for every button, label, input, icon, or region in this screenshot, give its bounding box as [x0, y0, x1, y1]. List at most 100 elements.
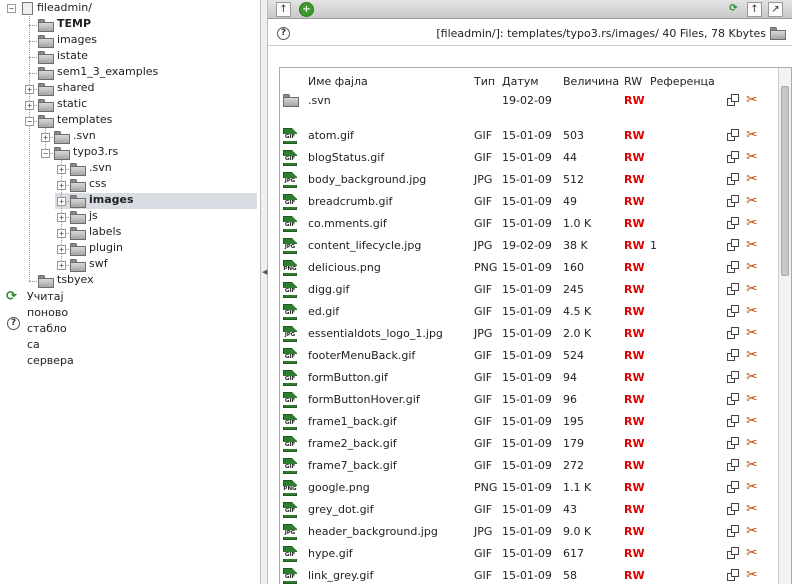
file-name[interactable]: header_background.jpg	[308, 524, 438, 540]
tree-item-label[interactable]: TEMP	[57, 17, 91, 30]
expand-toggle-icon[interactable]: +	[25, 101, 34, 110]
file-row[interactable]: GIF digg.gif GIF 15-01-09 245 RW ✂	[280, 279, 780, 301]
copy-icon[interactable]	[727, 503, 740, 516]
copy-icon[interactable]	[727, 195, 740, 208]
expand-toggle-icon[interactable]: +	[41, 133, 50, 142]
file-name[interactable]: frame2_back.gif	[308, 436, 397, 452]
scissors-icon[interactable]: ✂	[746, 457, 760, 473]
file-row[interactable]: JPG content_lifecycle.jpg JPG 19-02-09 38 K R…	[280, 235, 780, 257]
tree-item-label[interactable]: typo3.rs	[73, 145, 118, 158]
copy-icon[interactable]	[727, 129, 740, 142]
up-level-icon[interactable]: ↑	[747, 2, 762, 17]
vertical-scrollbar[interactable]	[778, 68, 791, 584]
folder-name[interactable]: .svn	[308, 93, 331, 109]
file-row[interactable]: GIF hype.gif GIF 15-01-09 617 RW ✂	[280, 543, 780, 565]
file-name[interactable]: google.png	[308, 480, 370, 496]
column-header-date[interactable]: Датум	[502, 75, 539, 88]
copy-icon[interactable]	[727, 525, 740, 538]
scissors-icon[interactable]: ✂	[746, 259, 760, 275]
collapse-arrow-icon[interactable]: ◀	[262, 268, 267, 276]
column-header-name[interactable]: Име фајла	[308, 75, 368, 88]
file-row[interactable]: JPG body_background.jpg JPG 15-01-09 512 RW ✂	[280, 169, 780, 191]
scissors-icon[interactable]: ✂	[746, 325, 760, 341]
file-row[interactable]: GIF grey_dot.gif GIF 15-01-09 43 RW ✂	[280, 499, 780, 521]
tree-item-label[interactable]: tsbyex	[57, 273, 94, 286]
file-name[interactable]: delicious.png	[308, 260, 381, 276]
folder-row[interactable]: .svn 19-02-09 RW ✂	[280, 90, 780, 112]
column-header-type[interactable]: Тип	[474, 75, 495, 88]
tree-item-label[interactable]: plugin	[89, 241, 123, 254]
copy-icon[interactable]	[727, 261, 740, 274]
file-name[interactable]: co.mments.gif	[308, 216, 387, 232]
file-name[interactable]: formButtonHover.gif	[308, 392, 420, 408]
file-row[interactable]: GIF atom.gif GIF 15-01-09 503 RW ✂	[280, 125, 780, 147]
file-row[interactable]: GIF link_grey.gif GIF 15-01-09 58 RW ✂	[280, 565, 780, 584]
copy-icon[interactable]	[727, 327, 740, 340]
copy-icon[interactable]	[727, 437, 740, 450]
file-name[interactable]: blogStatus.gif	[308, 150, 384, 166]
copy-icon[interactable]	[727, 151, 740, 164]
column-header-size[interactable]: Величина	[563, 75, 619, 88]
expand-toggle-icon[interactable]: +	[25, 85, 34, 94]
tree-root-label[interactable]: fileadmin/	[37, 1, 92, 14]
open-new-window-icon[interactable]: ↗	[768, 2, 783, 17]
file-name[interactable]: footerMenuBack.gif	[308, 348, 415, 364]
file-row[interactable]: GIF frame7_back.gif GIF 15-01-09 272 RW ✂	[280, 455, 780, 477]
expand-toggle-icon[interactable]: +	[57, 165, 66, 174]
file-name[interactable]: frame1_back.gif	[308, 414, 397, 430]
tree-item-label[interactable]: images	[89, 193, 134, 206]
file-row[interactable]: GIF co.mments.gif GIF 15-01-09 1.0 K RW ✂	[280, 213, 780, 235]
copy-icon[interactable]	[727, 94, 740, 107]
expand-toggle-icon[interactable]: +	[57, 213, 66, 222]
file-row[interactable]: PNG delicious.png PNG 15-01-09 160 RW ✂	[280, 257, 780, 279]
scissors-icon[interactable]: ✂	[746, 567, 760, 583]
file-row[interactable]: GIF frame1_back.gif GIF 15-01-09 195 RW ✂	[280, 411, 780, 433]
scissors-icon[interactable]: ✂	[746, 92, 760, 108]
scissors-icon[interactable]: ✂	[746, 435, 760, 451]
copy-icon[interactable]	[727, 173, 740, 186]
scissors-icon[interactable]: ✂	[746, 413, 760, 429]
copy-icon[interactable]	[727, 459, 740, 472]
copy-icon[interactable]	[727, 415, 740, 428]
copy-icon[interactable]	[727, 305, 740, 318]
column-header-references[interactable]: Референца	[650, 75, 715, 88]
file-name[interactable]: formButton.gif	[308, 370, 388, 386]
copy-icon[interactable]	[727, 349, 740, 362]
scissors-icon[interactable]: ✂	[746, 347, 760, 363]
tree-item-label[interactable]: istate	[57, 49, 88, 62]
file-name[interactable]: body_background.jpg	[308, 172, 426, 188]
scissors-icon[interactable]: ✂	[746, 303, 760, 319]
file-row[interactable]: GIF frame2_back.gif GIF 15-01-09 179 RW ✂	[280, 433, 780, 455]
file-row[interactable]: GIF formButton.gif GIF 15-01-09 94 RW ✂	[280, 367, 780, 389]
file-row[interactable]: PNG google.png PNG 15-01-09 1.1 K RW ✂	[280, 477, 780, 499]
file-name[interactable]: ed.gif	[308, 304, 339, 320]
new-folder-icon[interactable]: +	[299, 2, 314, 17]
scissors-icon[interactable]: ✂	[746, 391, 760, 407]
upload-icon[interactable]: ↑	[276, 2, 291, 17]
copy-icon[interactable]	[727, 569, 740, 582]
tree-item-label[interactable]: swf	[89, 257, 108, 270]
tree-item-label[interactable]: css	[89, 177, 107, 190]
reload-tree-label[interactable]: Учитај поново стабло са сервера	[27, 289, 74, 369]
scissors-icon[interactable]: ✂	[746, 193, 760, 209]
reload-icon[interactable]: ⟳	[6, 290, 19, 303]
file-name[interactable]: digg.gif	[308, 282, 349, 298]
tree-item-label[interactable]: .svn	[89, 161, 112, 174]
tree-item-label[interactable]: labels	[89, 225, 121, 238]
tree-item-label[interactable]: sem1_3_examples	[57, 65, 158, 78]
file-name[interactable]: atom.gif	[308, 128, 354, 144]
scissors-icon[interactable]: ✂	[746, 237, 760, 253]
scissors-icon[interactable]: ✂	[746, 479, 760, 495]
file-row[interactable]: GIF breadcrumb.gif GIF 15-01-09 49 RW ✂	[280, 191, 780, 213]
collapse-toggle-icon[interactable]: −	[41, 149, 50, 158]
file-row[interactable]: GIF formButtonHover.gif GIF 15-01-09 96 RW ✂	[280, 389, 780, 411]
tree-item-label[interactable]: js	[89, 209, 98, 222]
copy-icon[interactable]	[727, 481, 740, 494]
file-name[interactable]: hype.gif	[308, 546, 353, 562]
tree-item-label[interactable]: shared	[57, 81, 94, 94]
tree-item-label[interactable]: static	[57, 97, 87, 110]
copy-icon[interactable]	[727, 217, 740, 230]
refresh-icon[interactable]: ⟳	[726, 2, 741, 17]
scissors-icon[interactable]: ✂	[746, 127, 760, 143]
file-name[interactable]: breadcrumb.gif	[308, 194, 392, 210]
